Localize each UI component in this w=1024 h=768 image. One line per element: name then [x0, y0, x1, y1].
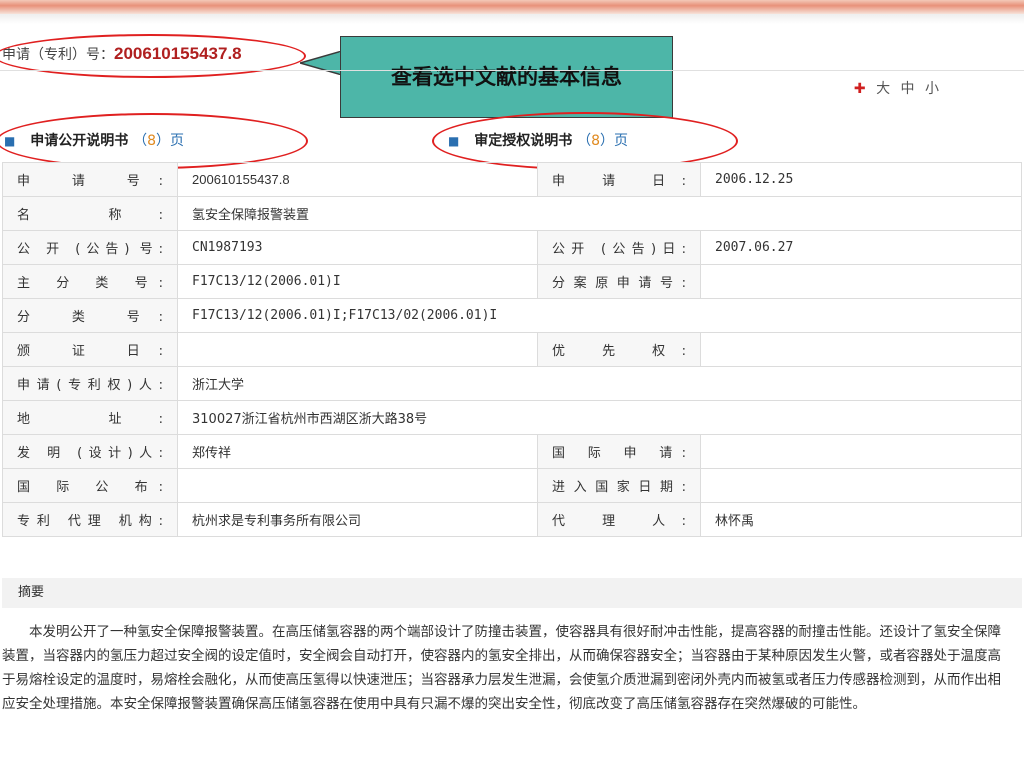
- highlight-ellipse-app-no: [0, 34, 306, 78]
- row-label: 申 请 日:: [537, 162, 701, 197]
- row-label: 国 际 申 请:: [537, 434, 701, 469]
- table-row: 地 址: 310027浙江省杭州市西湖区浙大路38号: [2, 400, 1022, 435]
- top-banner-shadow: [0, 14, 1024, 24]
- table-row: 申请(专利权)人: 浙江大学: [2, 366, 1022, 401]
- row-label: 地 址:: [2, 400, 178, 435]
- row-label: 代 理 人:: [537, 502, 701, 537]
- international-application: [700, 434, 1022, 469]
- table-row: 申 请 号: 200610155437.8 申 请 日: 2006.12.25: [2, 162, 1022, 197]
- title-value: 氢安全保障报警装置: [177, 196, 1022, 231]
- table-row: 国 际 公 布: 进入国家日期:: [2, 468, 1022, 503]
- publication-number: CN1987193: [177, 230, 538, 265]
- applicant: 浙江大学: [177, 366, 1022, 401]
- priority: [700, 332, 1022, 367]
- table-row: 公 开 (公告) 号: CN1987193 公开 (公告)日: 2007.06.…: [2, 230, 1022, 265]
- table-row: 分 类 号: F17C13/12(2006.01)I;F17C13/02(200…: [2, 298, 1022, 333]
- application-number: 200610155437.8: [177, 162, 538, 197]
- plus-icon: ✚: [853, 81, 869, 97]
- top-banner: [0, 0, 1024, 14]
- callout-box: 查看选中文献的基本信息: [340, 36, 673, 118]
- table-row: 主 分 类 号: F17C13/12(2006.01)I 分案原申请号:: [2, 264, 1022, 299]
- national-entry-date: [700, 468, 1022, 503]
- table-row: 专利 代理 机构: 杭州求是专利事务所有限公司 代 理 人: 林怀禹: [2, 502, 1022, 537]
- font-size-options[interactable]: 大 中 小: [876, 81, 942, 97]
- row-label: 分案原申请号:: [537, 264, 701, 299]
- row-label: 颁 证 日:: [2, 332, 178, 367]
- agent: 林怀禹: [700, 502, 1022, 537]
- row-label: 公开 (公告)日:: [537, 230, 701, 265]
- grant-date: [177, 332, 538, 367]
- row-label: 分 类 号:: [2, 298, 178, 333]
- table-row: 颁 证 日: 优 先 权:: [2, 332, 1022, 367]
- abstract-heading: 摘要: [2, 578, 1022, 608]
- application-date: 2006.12.25: [700, 162, 1022, 197]
- divisional-original-number: [700, 264, 1022, 299]
- row-label: 发 明 (设计)人:: [2, 434, 178, 469]
- row-label: 优 先 权:: [537, 332, 701, 367]
- publication-date: 2007.06.27: [700, 230, 1022, 265]
- patent-agency: 杭州求是专利事务所有限公司: [177, 502, 538, 537]
- row-label: 申 请 号:: [2, 162, 178, 197]
- font-size-switcher[interactable]: ✚ 大 中 小: [854, 78, 942, 98]
- highlight-ellipse-tab-publication: [0, 113, 308, 169]
- callout-pointer: [300, 51, 342, 75]
- patent-info-table: 申 请 号: 200610155437.8 申 请 日: 2006.12.25 …: [2, 162, 1022, 537]
- address: 310027浙江省杭州市西湖区浙大路38号: [177, 400, 1022, 435]
- row-label: 专利 代理 机构:: [2, 502, 178, 537]
- row-label: 名 称:: [2, 196, 178, 231]
- row-label: 进入国家日期:: [537, 468, 701, 503]
- international-publication: [177, 468, 538, 503]
- row-label: 公 开 (公告) 号:: [2, 230, 178, 265]
- table-row: 名 称: 氢安全保障报警装置: [2, 196, 1022, 231]
- abstract-text: 本发明公开了一种氢安全保障报警装置。在高压储氢容器的两个端部设计了防撞击装置，使…: [2, 624, 1001, 712]
- inventor: 郑传祥: [177, 434, 538, 469]
- classification: F17C13/12(2006.01)I;F17C13/02(2006.01)I: [177, 298, 1022, 333]
- callout-text: 查看选中文献的基本信息: [391, 65, 622, 89]
- row-label: 申请(专利权)人:: [2, 366, 178, 401]
- main-classification: F17C13/12(2006.01)I: [177, 264, 538, 299]
- row-label: 主 分 类 号:: [2, 264, 178, 299]
- table-row: 发 明 (设计)人: 郑传祥 国 际 申 请:: [2, 434, 1022, 469]
- row-label: 国 际 公 布:: [2, 468, 178, 503]
- header-divider: [0, 70, 1024, 71]
